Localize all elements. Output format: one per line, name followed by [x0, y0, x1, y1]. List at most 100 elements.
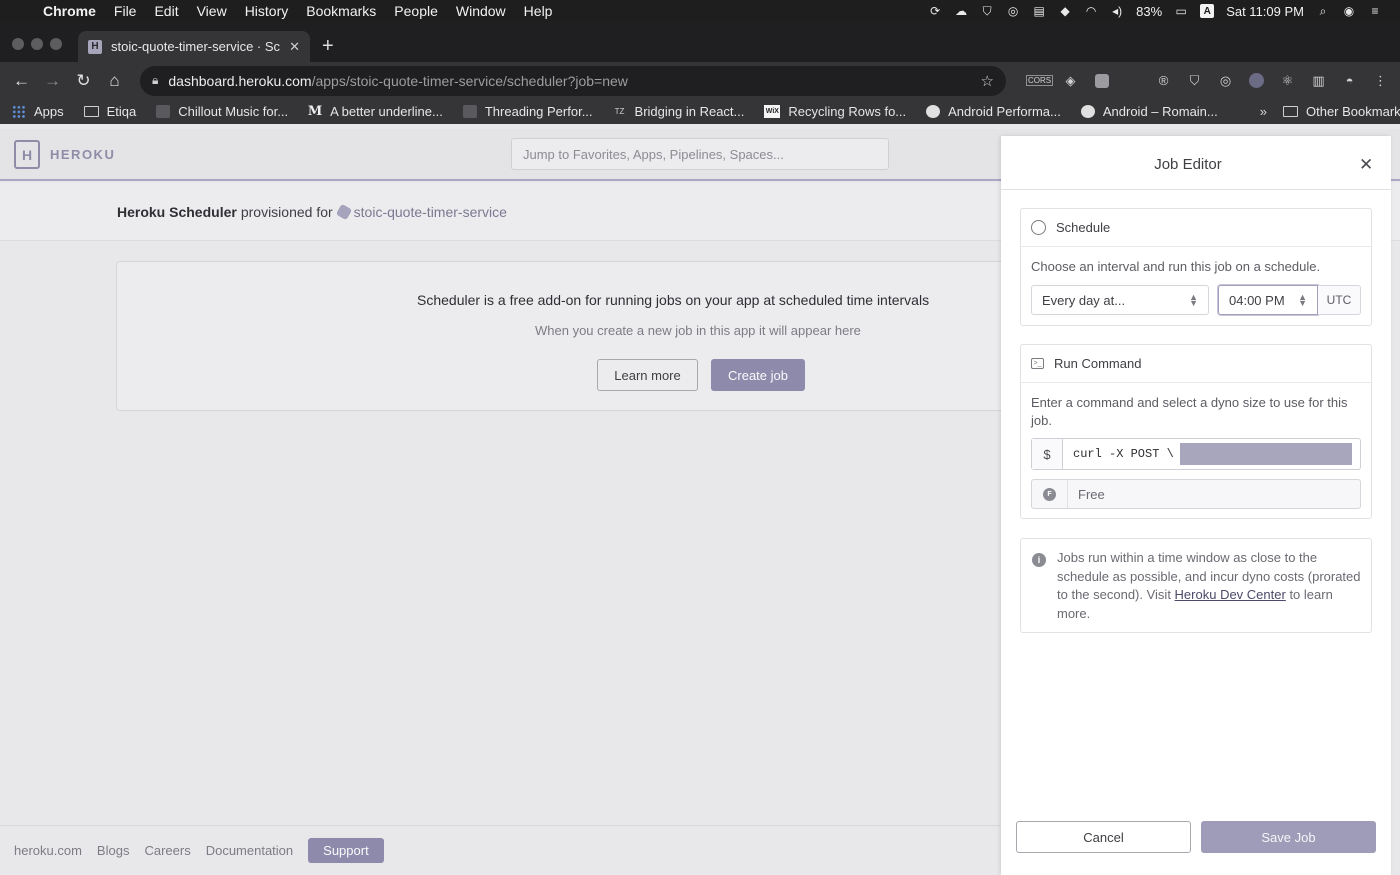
profile-avatar-icon[interactable]: ◓ [1334, 73, 1365, 89]
info-notice: i Jobs run within a time window as close… [1020, 538, 1372, 633]
bookmark-android-perf[interactable]: Android Performa... [926, 104, 1061, 119]
shield-icon[interactable]: ⛉ [979, 4, 995, 18]
menu-history[interactable]: History [236, 3, 298, 19]
save-job-button[interactable]: Save Job [1201, 821, 1376, 853]
jump-search-input[interactable]: Jump to Favorites, Apps, Pipelines, Spac… [511, 138, 889, 170]
user-avatar-icon[interactable]: ◉ [1341, 4, 1357, 18]
schedule-header: Schedule [1021, 209, 1371, 247]
bookmark-label: Threading Perfor... [484, 104, 593, 119]
interval-value: Every day at... [1042, 292, 1126, 308]
heroku-logo[interactable]: H HEROKU [14, 140, 115, 169]
minimize-window-button[interactable] [31, 38, 43, 50]
dyno-value: Free [1078, 486, 1105, 502]
dev-center-link[interactable]: Heroku Dev Center [1175, 587, 1286, 602]
sync-status-icon[interactable]: ⟳ [927, 4, 943, 18]
close-tab-icon[interactable]: ✕ [289, 39, 300, 55]
menu-app-name[interactable]: Chrome [34, 3, 105, 19]
bookmark-android-romain[interactable]: Android – Romain... [1080, 104, 1218, 119]
target-extension-icon[interactable]: ◎ [1210, 73, 1241, 89]
other-bookmarks[interactable]: Other Bookmarks [1283, 104, 1400, 119]
back-icon[interactable]: ← [6, 71, 37, 91]
select-arrows-icon: ▲ ▼ [1189, 292, 1198, 308]
command-input[interactable]: $ curl -X POST \ [1031, 438, 1361, 470]
bookmark-label: Other Bookmarks [1306, 104, 1400, 119]
volume-icon[interactable]: ◂) [1109, 4, 1125, 18]
address-bar[interactable]: 🔒︎ dashboard.heroku.com /apps/stoic-quot… [140, 65, 1006, 96]
menu-view[interactable]: View [188, 3, 236, 19]
input-source-icon[interactable]: A [1200, 4, 1215, 18]
select-arrows-icon: ▲ ▼ [1298, 292, 1307, 308]
free-dyno-icon: F [1043, 487, 1056, 501]
folder-icon [83, 106, 99, 117]
r-extension-icon[interactable]: ® [1148, 73, 1179, 89]
learn-more-button[interactable]: Learn more [597, 359, 698, 391]
wifi-icon[interactable]: ◠ [1083, 4, 1099, 18]
cube-extension-icon[interactable] [1086, 73, 1117, 89]
browser-toolbar: ← → ↻ ⌂ 🔒︎ dashboard.heroku.com /apps/st… [0, 62, 1400, 99]
pocket-extension-icon[interactable]: ⛉ [1179, 73, 1210, 89]
cancel-button[interactable]: Cancel [1016, 821, 1191, 853]
command-text[interactable]: curl -X POST \ [1063, 439, 1352, 469]
menu-people[interactable]: People [385, 3, 447, 19]
chrome-menu-icon[interactable]: ⋮ [1365, 73, 1396, 89]
empty-state-title: Scheduler is a free add-on for running j… [417, 292, 930, 308]
diamond-extension-icon[interactable]: ◈ [1055, 73, 1086, 89]
time-select[interactable]: 04:00 PM ▲ ▼ [1218, 285, 1318, 315]
forward-icon[interactable]: → [37, 71, 68, 91]
new-tab-icon[interactable]: + [322, 35, 334, 58]
cors-extension-icon[interactable]: CORS [1024, 73, 1055, 89]
menu-bookmarks[interactable]: Bookmarks [297, 3, 385, 19]
heroku-wordmark: HEROKU [50, 147, 116, 162]
docker-icon[interactable]: ▤ [1031, 4, 1047, 18]
window-controls [12, 38, 62, 50]
spiral-icon[interactable]: ◎ [1005, 4, 1021, 18]
close-icon[interactable]: ✕ [1359, 155, 1373, 175]
menu-window[interactable]: Window [447, 3, 515, 19]
reload-icon[interactable]: ↻ [68, 71, 99, 91]
spotlight-search-icon[interactable]: ⌕ [1315, 4, 1331, 18]
bookmark-threading[interactable]: Threading Perfor... [462, 104, 593, 119]
cloud-icon[interactable]: ☁ [953, 4, 969, 18]
macos-menu-bar: Chrome File Edit View History Bookmarks … [0, 0, 1400, 22]
info-icon: i [1032, 553, 1046, 567]
menu-help[interactable]: Help [515, 3, 562, 19]
terminal-icon: >_ [1031, 358, 1044, 369]
footer-link-documentation[interactable]: Documentation [206, 843, 293, 858]
footer-link-careers[interactable]: Careers [144, 843, 190, 858]
run-command-heading: Run Command [1054, 356, 1142, 371]
support-button[interactable]: Support [308, 838, 384, 863]
bookmark-apps[interactable]: Apps [12, 104, 64, 119]
active-tab[interactable]: H stoic-quote-timer-service · Sc ✕ [78, 31, 310, 62]
notification-center-icon[interactable]: ≡ [1367, 4, 1383, 18]
interval-select[interactable]: Every day at... ▲ ▼ [1031, 285, 1209, 315]
home-icon[interactable]: ⌂ [99, 71, 130, 91]
footer-link-blogs[interactable]: Blogs [97, 843, 130, 858]
create-job-button[interactable]: Create job [711, 359, 805, 391]
bookmark-recycling[interactable]: WiX Recycling Rows fo... [764, 104, 906, 119]
divider [1001, 189, 1391, 190]
dark-extension-icon[interactable]: ▥ [1303, 73, 1334, 89]
evernote-icon[interactable]: ◆ [1057, 4, 1073, 18]
footer-link-heroku[interactable]: heroku.com [14, 843, 82, 858]
clock-icon [1031, 220, 1046, 235]
lock-icon[interactable]: 🔒︎ [152, 73, 158, 88]
m-extension-icon[interactable] [1241, 73, 1272, 89]
zoom-window-button[interactable] [50, 38, 62, 50]
bookmark-label: Android Performa... [948, 104, 1061, 119]
bookmark-bridging[interactable]: TZ Bridging in React... [613, 104, 745, 119]
more-bookmarks-chevron-icon[interactable]: » [1260, 104, 1267, 119]
bookmark-etiqa[interactable]: Etiqa [83, 104, 136, 119]
bookmark-star-icon[interactable]: ☆ [981, 72, 994, 90]
menu-file[interactable]: File [105, 3, 146, 19]
app-name-link[interactable]: stoic-quote-timer-service [354, 204, 507, 220]
menubar-clock[interactable]: Sat 11:09 PM [1220, 4, 1310, 19]
blank-extension-icon[interactable] [1117, 73, 1148, 89]
close-window-button[interactable] [12, 38, 24, 50]
bookmark-chillout[interactable]: Chillout Music for... [156, 104, 288, 119]
react-devtools-icon[interactable]: ⚛ [1272, 73, 1303, 89]
battery-percent[interactable]: 83% [1130, 4, 1168, 19]
dyno-size-select[interactable]: F Free [1031, 479, 1361, 509]
battery-icon[interactable]: ▭ [1173, 4, 1189, 18]
bookmark-underline[interactable]: M A better underline... [308, 104, 443, 119]
menu-edit[interactable]: Edit [145, 3, 187, 19]
